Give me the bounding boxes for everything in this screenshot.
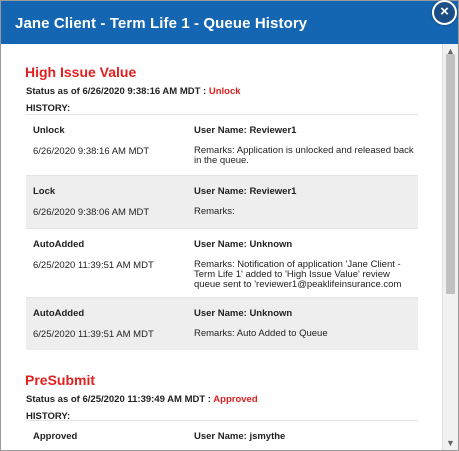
scrollbar-thumb[interactable]	[446, 54, 455, 294]
dialog-title-bar: Jane Client - Term Life 1 - Queue Histor…	[1, 1, 458, 44]
history-entry: Unlock User Name: Reviewer1 6/26/2020 9:…	[26, 114, 418, 175]
status-line: Status as of 6/26/2020 9:38:16 AM MDT : …	[26, 86, 241, 97]
history-label: HISTORY:	[26, 103, 71, 114]
dialog-content[interactable]: High Issue Value Status as of 6/26/2020 …	[1, 44, 442, 450]
entry-user: User Name: Unknown	[194, 308, 293, 319]
close-icon[interactable]: ×	[432, 0, 457, 25]
entry-date: 6/25/2020 11:39:51 AM MDT	[33, 260, 154, 271]
section-title-presubmit: PreSubmit	[25, 372, 96, 388]
entry-action: AutoAdded	[33, 308, 85, 319]
status-prefix: Status as of 6/25/2020 11:39:49 AM MDT :	[26, 394, 211, 405]
entry-action: Lock	[33, 186, 56, 197]
chevron-down-icon[interactable]: ▼	[443, 436, 458, 450]
entry-remarks: Remarks:	[194, 206, 235, 217]
entry-user: User Name: Unknown	[194, 239, 293, 250]
entry-action: AutoAdded	[33, 239, 85, 250]
entry-action: Unlock	[33, 125, 65, 136]
status-value: Approved	[213, 394, 258, 405]
entry-remarks: Remarks: Auto Added to Queue	[194, 328, 328, 339]
entry-remarks: Remarks: Notification of application 'Ja…	[194, 259, 402, 290]
section-title-high-issue-value: High Issue Value	[25, 64, 137, 80]
status-value: Unlock	[208, 86, 241, 97]
history-entry: Approved User Name: jsmythe	[26, 420, 418, 450]
dialog-title: Jane Client - Term Life 1 - Queue Histor…	[15, 15, 308, 32]
entry-date: 6/25/2020 11:39:51 AM MDT	[33, 329, 154, 340]
history-entry: AutoAdded User Name: Unknown 6/25/2020 1…	[26, 297, 418, 350]
entry-user: User Name: Reviewer1	[194, 186, 297, 197]
status-prefix: Status as of 6/26/2020 9:38:16 AM MDT :	[26, 86, 207, 97]
history-entry: Lock User Name: Reviewer1 6/26/2020 9:38…	[26, 175, 418, 228]
entry-date: 6/26/2020 9:38:06 AM MDT	[33, 207, 150, 218]
entry-remarks: Remarks: Application is unlocked and rel…	[194, 145, 414, 166]
entry-user: User Name: Reviewer1	[194, 125, 297, 136]
vertical-scrollbar[interactable]: ▲ ▼	[442, 44, 458, 450]
entry-user: User Name: jsmythe	[194, 431, 286, 442]
entry-date: 6/26/2020 9:38:16 AM MDT	[33, 146, 150, 157]
history-entry: AutoAdded User Name: Unknown 6/25/2020 1…	[26, 228, 418, 297]
entry-action: Approved	[33, 431, 78, 442]
status-line: Status as of 6/25/2020 11:39:49 AM MDT :…	[26, 394, 258, 405]
queue-history-dialog: Jane Client - Term Life 1 - Queue Histor…	[0, 0, 459, 451]
